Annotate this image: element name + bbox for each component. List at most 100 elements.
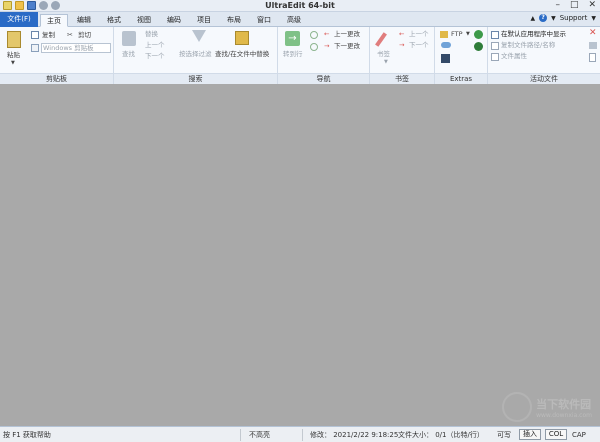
copy-button[interactable]: 复制 — [42, 31, 55, 39]
copy-path-icon — [491, 42, 499, 50]
status-help: 按 F1 获取帮助 — [3, 431, 51, 439]
group-navigation: → 转到行 ← 上一更改 → 下一更改 导航 — [278, 27, 370, 84]
tab-project[interactable]: 项目 — [190, 14, 218, 27]
watermark-text: 当下软件园 — [536, 397, 592, 411]
find-next-button[interactable]: 下一个 — [145, 52, 165, 60]
status-insert[interactable]: 插入 — [519, 429, 541, 440]
watermark-url: www.downxia.com — [536, 411, 592, 419]
close-button[interactable]: ✕ — [588, 0, 596, 10]
bookmark-prev-arrow-icon: ← — [399, 30, 405, 38]
git-icon[interactable] — [474, 42, 483, 51]
paste-dropdown-icon[interactable]: ▼ — [11, 59, 15, 67]
tab-right-area: ▲ ? ▼ Support ▼ — [530, 14, 596, 22]
tab-home[interactable]: 主页 — [40, 14, 68, 27]
nav-back-icon[interactable] — [310, 31, 318, 39]
tab-window[interactable]: 窗口 — [250, 14, 278, 27]
show-in-default-app-button[interactable]: 在默认应用程序中显示 — [501, 30, 566, 38]
group-label-navigation: 导航 — [278, 73, 369, 84]
file-info-icon[interactable] — [589, 53, 596, 62]
group-clipboard: 粘贴 ▼ 复制 ✂ 剪切 Windows 剪贴板 剪贴板 — [0, 27, 114, 84]
minimize-button[interactable]: – — [555, 0, 560, 10]
cloud-icon[interactable] — [441, 42, 451, 48]
next-change-button[interactable]: 下一更改 — [334, 42, 360, 50]
tab-edit[interactable]: 编辑 — [70, 14, 98, 27]
nav-forward-icon[interactable] — [310, 43, 318, 51]
print-icon[interactable] — [589, 42, 597, 49]
close-file-icon[interactable]: ✕ — [589, 29, 597, 38]
terminal-icon[interactable] — [441, 54, 450, 63]
prev-change-arrow-icon: ← — [324, 30, 330, 38]
help-icon[interactable]: ? — [539, 14, 548, 22]
bookmark-icon[interactable] — [375, 32, 387, 47]
group-label-clipboard: 剪贴板 — [0, 73, 113, 84]
cut-button[interactable]: 剪切 — [78, 31, 91, 39]
bookmark-dropdown-icon[interactable]: ▼ — [384, 58, 388, 66]
title-bar: UltraEdit 64-bit – □ ✕ — [0, 0, 600, 12]
editor-workspace[interactable]: 当下软件园 www.downxia.com — [0, 84, 600, 426]
status-separator — [302, 429, 303, 441]
tab-layout[interactable]: 布局 — [220, 14, 248, 27]
watermark: 当下软件园 www.downxia.com — [502, 392, 592, 422]
find-in-files-button[interactable]: 查找/在文件中替换 — [215, 50, 269, 58]
properties-icon — [491, 53, 499, 61]
group-label-bookmarks: 书签 — [370, 73, 434, 84]
status-separator — [240, 429, 241, 441]
tab-advanced[interactable]: 高级 — [280, 14, 308, 27]
tab-view[interactable]: 视图 — [130, 14, 158, 27]
filter-icon[interactable] — [192, 30, 206, 42]
find-in-files-icon[interactable] — [235, 31, 249, 45]
status-modified: 修改： 2021/2/22 9:18:25 — [310, 431, 399, 439]
bookmark-next-button[interactable]: 下一个 — [409, 41, 429, 49]
group-search: 查找 替换 上一个 下一个 按选择过滤 查找/在文件中替换 搜索 — [114, 27, 278, 84]
bookmark-prev-button[interactable]: 上一个 — [409, 30, 429, 38]
status-highlight[interactable]: 不高亮 — [249, 430, 270, 440]
next-change-arrow-icon: → — [324, 42, 330, 50]
status-filesize: 文件大小： 0/1（比特/行） — [398, 431, 484, 439]
ftp-dropdown-icon[interactable]: ▼ — [466, 30, 470, 38]
watermark-logo-icon — [502, 392, 533, 422]
window-controls: – □ ✕ — [555, 0, 596, 10]
support-menu[interactable]: Support — [560, 14, 588, 22]
group-active-file: 在默认应用程序中显示 ✕ 复制文件路径/名称 文件属性 活动文件 — [488, 27, 600, 84]
collapse-ribbon-icon[interactable]: ▲ — [530, 15, 535, 22]
bookmark-button[interactable]: 书签 — [377, 50, 390, 58]
status-writable[interactable]: 可写 — [497, 430, 511, 440]
find-prev-button[interactable]: 上一个 — [145, 41, 165, 49]
find-button[interactable]: 查找 — [122, 50, 135, 58]
ribbon-tabs: 文件(F) 主页 编辑 格式 视图 编码 项目 布局 窗口 高级 ▲ ? ▼ S… — [0, 12, 600, 27]
goto-line-icon[interactable]: → — [285, 31, 300, 46]
group-label-search: 搜索 — [114, 73, 277, 84]
group-label-extras: Extras — [435, 73, 487, 84]
clipboard-select-icon — [31, 44, 39, 52]
ftp-icon[interactable] — [440, 31, 448, 38]
prev-change-button[interactable]: 上一更改 — [334, 30, 360, 38]
tab-encoding[interactable]: 编码 — [160, 14, 188, 27]
clipboard-select[interactable]: Windows 剪贴板 — [41, 43, 111, 53]
green-circle-icon[interactable] — [474, 30, 483, 39]
find-icon[interactable] — [122, 31, 136, 46]
support-dropdown-icon[interactable]: ▼ — [591, 15, 596, 22]
file-properties-button[interactable]: 文件属性 — [501, 52, 527, 60]
status-col[interactable]: COL — [545, 429, 567, 440]
group-bookmarks: 书签 ▼ ← 上一个 → 下一个 书签 — [370, 27, 435, 84]
window-title: UltraEdit 64-bit — [265, 1, 335, 10]
replace-button[interactable]: 替换 — [145, 30, 158, 38]
group-extras: FTP ▼ Extras — [435, 27, 488, 84]
maximize-button[interactable]: □ — [570, 0, 579, 10]
ftp-button[interactable]: FTP — [451, 30, 463, 38]
bookmark-next-arrow-icon: → — [399, 41, 405, 49]
ribbon: 粘贴 ▼ 复制 ✂ 剪切 Windows 剪贴板 剪贴板 查找 替换 上一个 下… — [0, 27, 600, 84]
group-label-active-file: 活动文件 — [488, 73, 600, 84]
status-bar: 按 F1 获取帮助 不高亮 修改： 2021/2/22 9:18:25 文件大小… — [0, 426, 600, 442]
goto-line-button[interactable]: 转到行 — [283, 50, 303, 58]
copy-path-button[interactable]: 复制文件路径/名称 — [501, 41, 555, 49]
tab-format[interactable]: 格式 — [100, 14, 128, 27]
cut-icon[interactable]: ✂ — [67, 31, 75, 39]
filter-button[interactable]: 按选择过滤 — [179, 50, 212, 58]
tab-file[interactable]: 文件(F) — [0, 12, 38, 27]
status-cap: CAP — [572, 431, 586, 439]
copy-icon[interactable] — [31, 31, 39, 39]
paste-icon[interactable] — [7, 31, 21, 48]
help-dropdown-icon[interactable]: ▼ — [551, 15, 556, 22]
paste-button[interactable]: 粘贴 — [7, 51, 20, 59]
